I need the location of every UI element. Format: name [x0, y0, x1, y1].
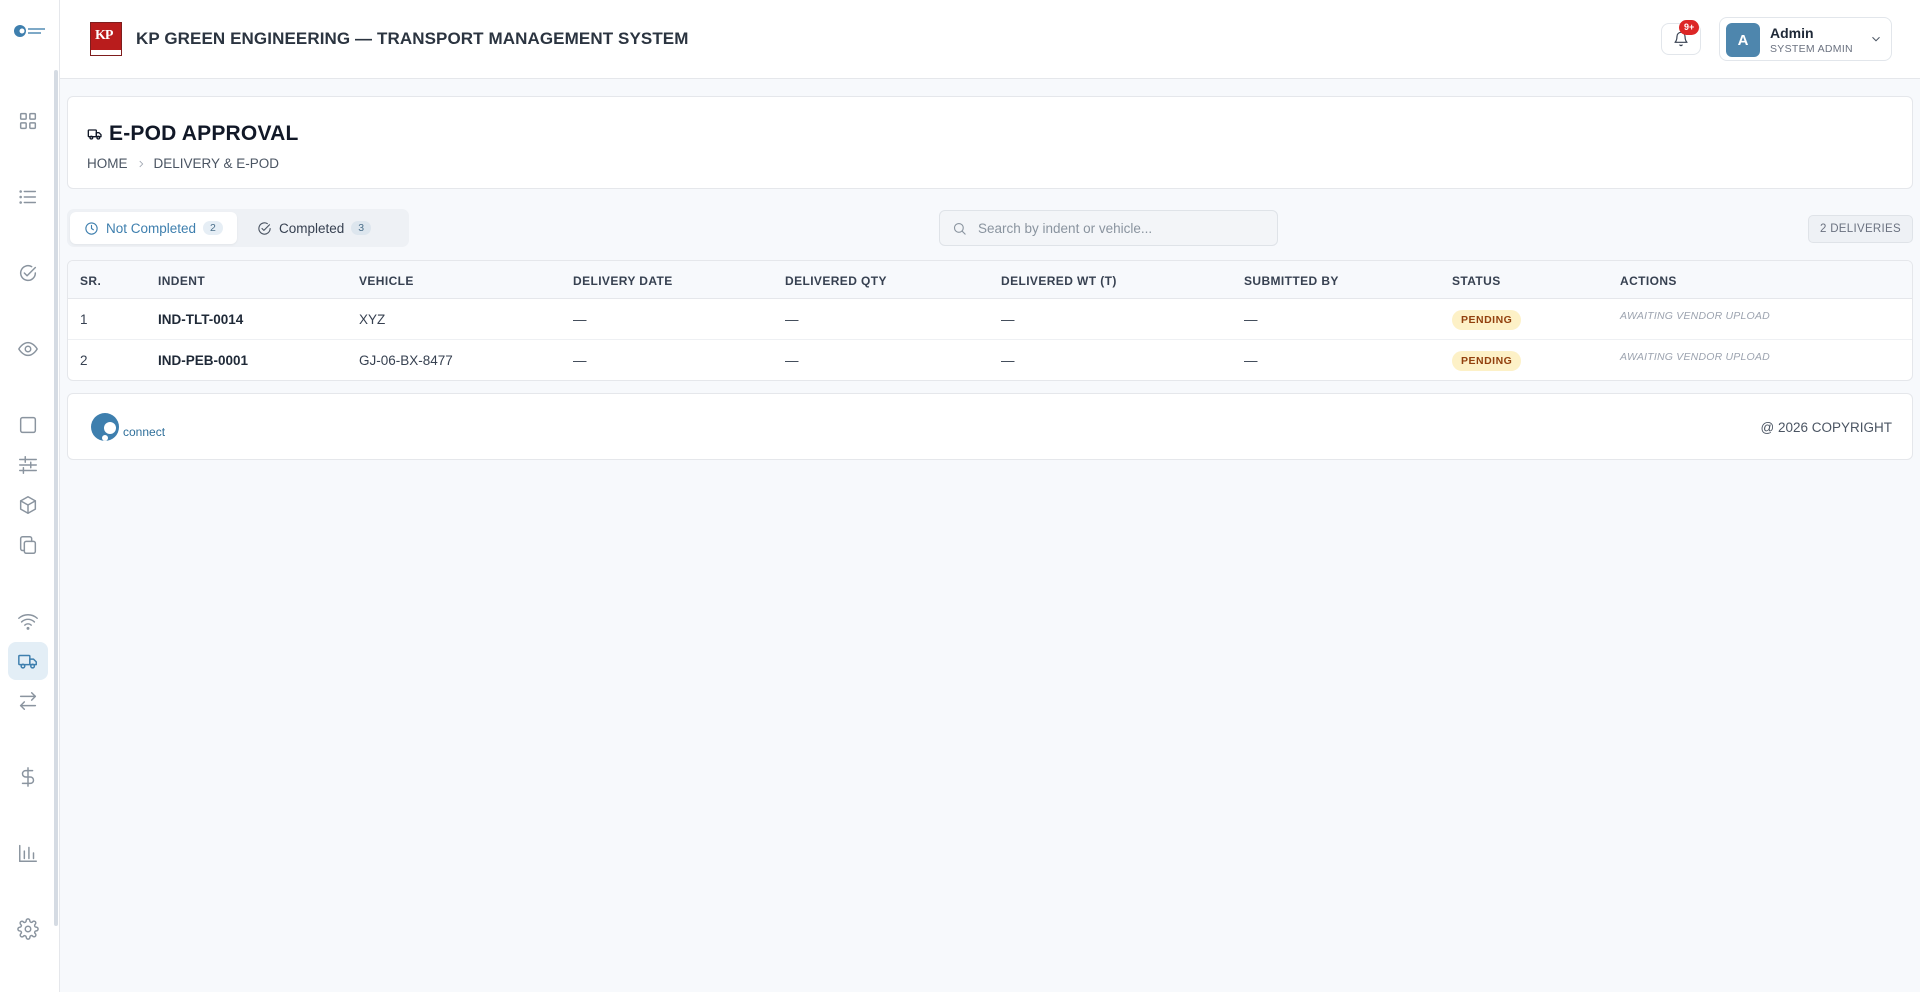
cell-indent[interactable]: IND-TLT-0014 [158, 312, 243, 327]
column-header-sr: SR. [80, 274, 102, 288]
company-logo: KP [90, 22, 122, 56]
sidebar-logo-icon[interactable] [13, 22, 47, 40]
bar-chart-icon [19, 844, 37, 862]
column-header-status: STATUS [1452, 274, 1501, 288]
status-badge: PENDING [1452, 310, 1522, 330]
search-input[interactable] [978, 211, 1268, 245]
copy-icon [19, 536, 37, 554]
cell-submitted-by: — [1244, 353, 1258, 368]
chevron-right-icon [138, 160, 143, 167]
check-circle-icon [19, 264, 37, 282]
tab-label: Not Completed [106, 220, 197, 236]
cell-vehicle: XYZ [359, 312, 386, 327]
check-circle-icon [258, 221, 271, 235]
connect-logo-text: connect [123, 425, 166, 439]
cell-submitted-by: — [1244, 312, 1258, 327]
sidebar-scrollbar[interactable] [54, 70, 58, 926]
page-title: E-POD APPROVAL [109, 122, 299, 145]
sidebar-item-reports[interactable] [8, 834, 48, 872]
user-name: Admin [1770, 25, 1814, 41]
clock-icon [85, 221, 98, 235]
action-status-text: AWAITING VENDOR UPLOAD [1620, 351, 1770, 363]
sidebar [0, 0, 60, 992]
gear-icon [17, 918, 39, 940]
cell-delivery-date: — [573, 312, 587, 327]
sidebar-item-delivery[interactable] [8, 642, 48, 680]
action-status-text: AWAITING VENDOR UPLOAD [1620, 310, 1770, 322]
cell-delivery-date: — [573, 353, 587, 368]
tab-completed[interactable]: Completed 3 [243, 212, 385, 244]
breadcrumb-home[interactable]: HOME [87, 156, 128, 171]
cell-delivered-wt: — [1001, 312, 1015, 327]
tab-label: Completed [279, 220, 345, 236]
column-header-indent: INDENT [158, 274, 206, 288]
box-icon [19, 496, 37, 514]
tab-not-completed[interactable]: Not Completed 2 [70, 212, 237, 244]
page-header: E-POD APPROVAL HOME DELIVERY & E-POD [67, 96, 1913, 189]
search-icon [953, 222, 966, 235]
grid-icon [19, 112, 37, 130]
column-header-delivery-date: DELIVERY DATE [573, 274, 673, 288]
square-icon [19, 416, 37, 434]
sidebar-item-documents[interactable] [8, 526, 48, 564]
cell-sr: 1 [80, 312, 88, 327]
column-header-vehicle: VEHICLE [359, 274, 414, 288]
sidebar-item-inventory[interactable] [8, 486, 48, 524]
avatar: A [1726, 23, 1760, 57]
chevron-down-icon [1869, 32, 1883, 46]
truck-icon [18, 654, 37, 669]
status-tabs: Not Completed 2 Completed 3 [67, 209, 409, 247]
deliveries-count-badge: 2 DELIVERIES [1808, 215, 1913, 243]
cell-delivered-qty: — [785, 312, 799, 327]
dollar-icon [21, 767, 35, 787]
table-row[interactable]: 1 IND-TLT-0014 XYZ — — — — PENDING AWAIT… [68, 299, 1912, 340]
user-role: SYSTEM ADMIN [1770, 43, 1853, 55]
sidebar-item-settings-sliders[interactable] [8, 446, 48, 484]
sidebar-item-tracking[interactable] [8, 330, 48, 368]
tab-count-badge: 2 [203, 221, 223, 235]
cell-indent[interactable]: IND-PEB-0001 [158, 353, 248, 368]
status-badge: PENDING [1452, 351, 1522, 371]
column-header-actions: ACTIONS [1620, 274, 1677, 288]
notification-count-badge: 9+ [1679, 20, 1700, 35]
cell-actions: AWAITING VENDOR UPLOAD [1608, 299, 1912, 340]
column-header-submitted-by: SUBMITTED BY [1244, 274, 1339, 288]
page-footer: connect @ 2026 COPYRIGHT [67, 393, 1913, 460]
list-icon [19, 190, 37, 204]
cell-actions: AWAITING VENDOR UPLOAD [1608, 340, 1912, 380]
sidebar-item-transfers[interactable] [8, 682, 48, 720]
truck-icon [87, 129, 102, 140]
sidebar-item-billing[interactable] [8, 758, 48, 796]
breadcrumb: HOME DELIVERY & E-POD [87, 156, 279, 171]
app-title: KP GREEN ENGINEERING — TRANSPORT MANAGEM… [136, 29, 689, 48]
sidebar-item-approvals[interactable] [8, 254, 48, 292]
company-logo-text: KP [95, 28, 113, 43]
cell-delivered-qty: — [785, 353, 799, 368]
table-header: SR. INDENT VEHICLE DELIVERY DATE DELIVER… [68, 261, 1912, 299]
table-row[interactable]: 2 IND-PEB-0001 GJ-06-BX-8477 — — — — PEN… [68, 340, 1912, 380]
search-box [939, 210, 1278, 246]
sidebar-item-connectivity[interactable] [8, 602, 48, 640]
tab-count-badge: 3 [351, 221, 372, 235]
column-header-delivered-qty: DELIVERED QTY [785, 274, 887, 288]
cell-vehicle: GJ-06-BX-8477 [359, 353, 453, 368]
user-menu-button[interactable]: A Admin SYSTEM ADMIN [1719, 17, 1892, 61]
transfer-icon [19, 692, 37, 710]
sidebar-item-dashboard[interactable] [8, 102, 48, 140]
copyright-text: @ 2026 COPYRIGHT [1760, 420, 1893, 435]
breadcrumb-current: DELIVERY & E-POD [153, 156, 280, 171]
deliveries-table: SR. INDENT VEHICLE DELIVERY DATE DELIVER… [67, 260, 1913, 381]
cell-delivered-wt: — [1001, 353, 1015, 368]
sliders-icon [19, 456, 37, 474]
column-header-delivered-wt: DELIVERED WT (T) [1001, 274, 1117, 288]
sidebar-item-settings[interactable] [8, 910, 48, 948]
eye-icon [18, 341, 38, 357]
sidebar-item-frame[interactable] [8, 406, 48, 444]
cell-sr: 2 [80, 353, 88, 368]
top-header: KP KP GREEN ENGINEERING — TRANSPORT MANA… [60, 0, 1920, 79]
sidebar-item-list[interactable] [8, 178, 48, 216]
wifi-icon [18, 614, 38, 630]
